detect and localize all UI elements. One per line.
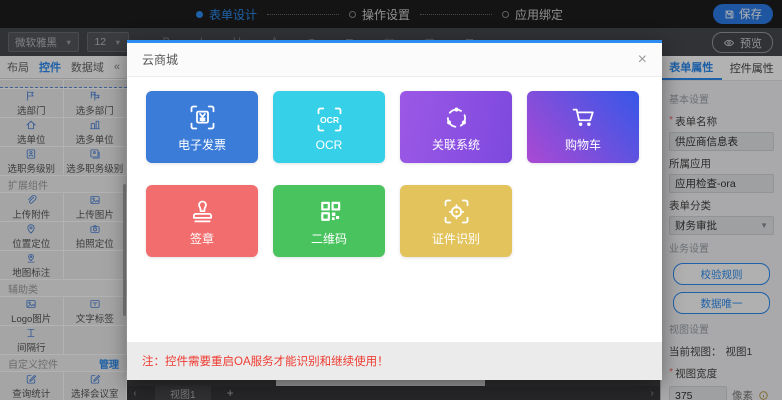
- tile-electronic-invoice[interactable]: 电子发票: [146, 91, 258, 163]
- cloud-mall-modal: 云商城 × 电子发票 OCR 关联系统 购物车 签章: [127, 40, 662, 380]
- shopping-cart-icon: [567, 101, 600, 134]
- tile-shopping-cart[interactable]: 购物车: [527, 91, 639, 163]
- tile-stamp[interactable]: 签章: [146, 185, 258, 257]
- form-designer-app: 表单设计 操作设置 应用绑定 保存 微软雅黑 ▼ 12 ▼: [0, 0, 782, 400]
- idcard-scan-icon: [440, 195, 473, 228]
- tile-label: 关联系统: [432, 136, 480, 153]
- invoice-scan-icon: [186, 101, 219, 134]
- tile-label: 电子发票: [178, 136, 226, 153]
- tile-id-recognition[interactable]: 证件识别: [400, 185, 512, 257]
- tile-label: 二维码: [311, 230, 347, 247]
- tile-label: 证件识别: [432, 230, 480, 247]
- tile-linked-system[interactable]: 关联系统: [400, 91, 512, 163]
- modal-body: 电子发票 OCR 关联系统 购物车 签章 二维码: [127, 77, 662, 342]
- tile-label: 购物车: [565, 136, 601, 153]
- ocr-scan-icon: [313, 103, 346, 136]
- close-icon[interactable]: ×: [638, 52, 647, 68]
- modal-title: 云商城: [142, 51, 178, 68]
- tile-label: 签章: [190, 230, 214, 247]
- qrcode-icon: [313, 195, 346, 228]
- modal-header: 云商城 ×: [127, 43, 662, 77]
- tile-ocr[interactable]: OCR: [273, 91, 385, 163]
- stamp-icon: [186, 195, 219, 228]
- modal-footer: 注：控件需要重启OA服务才能识别和继续使用！: [127, 342, 662, 380]
- tile-qrcode[interactable]: 二维码: [273, 185, 385, 257]
- tile-label: OCR: [316, 138, 343, 152]
- restart-note: 注：控件需要重启OA服务才能识别和继续使用！: [142, 353, 389, 369]
- share-network-icon: [440, 101, 473, 134]
